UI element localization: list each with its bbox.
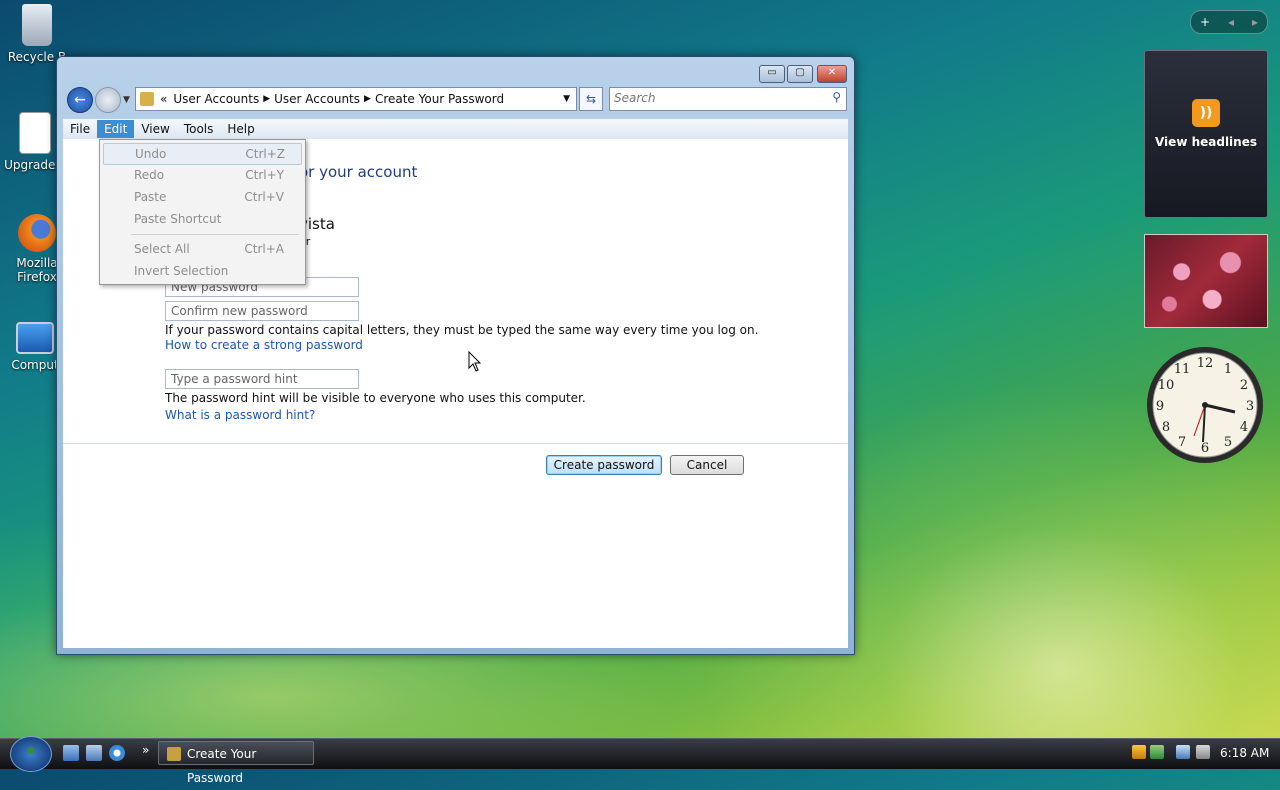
menu-item-paste[interactable]: Paste Ctrl+V bbox=[103, 187, 300, 207]
paste-shortcut-label: Paste Shortcut bbox=[134, 212, 222, 226]
menu-bar: File Edit View Tools Help bbox=[63, 119, 848, 139]
next-gadget-button[interactable]: ▸ bbox=[1252, 15, 1258, 29]
recycle-bin-icon[interactable]: Recycle B bbox=[2, 4, 72, 64]
add-gadget-button[interactable]: + bbox=[1200, 15, 1210, 29]
quick-launch-more-chevron[interactable]: » bbox=[142, 743, 149, 757]
divider bbox=[63, 443, 848, 444]
volume-muted-icon[interactable] bbox=[1196, 745, 1210, 759]
menu-item-undo[interactable]: Undo Ctrl+Z bbox=[103, 143, 302, 165]
password-hint-link[interactable]: What is a password hint? bbox=[165, 408, 315, 422]
svg-text:1: 1 bbox=[1224, 362, 1232, 377]
breadcrumb-separator-icon[interactable]: ▶ bbox=[364, 94, 371, 104]
user-accounts-icon bbox=[167, 747, 181, 761]
trash-can-icon bbox=[22, 4, 52, 46]
clock-gadget[interactable]: 12 12 345 678 91011 bbox=[1144, 344, 1266, 466]
search-box[interactable]: ⚲ bbox=[609, 87, 847, 111]
svg-text:10: 10 bbox=[1158, 378, 1175, 393]
undo-label: Undo bbox=[135, 147, 167, 161]
navigation-bar: ← ▼ « User Accounts ▶ User Accounts ▶ Cr… bbox=[63, 87, 848, 113]
switch-windows-icon[interactable] bbox=[86, 745, 102, 761]
menu-item-select-all[interactable]: Select All Ctrl+A bbox=[103, 239, 300, 259]
svg-text:9: 9 bbox=[1156, 399, 1164, 414]
redo-label: Redo bbox=[134, 168, 165, 182]
menu-item-paste-shortcut[interactable]: Paste Shortcut bbox=[103, 209, 300, 229]
close-button[interactable]: ✕ bbox=[817, 65, 847, 83]
svg-text:11: 11 bbox=[1174, 362, 1191, 377]
hint-visibility-note: The password hint will be visible to eve… bbox=[165, 391, 586, 405]
cancel-button[interactable]: Cancel bbox=[670, 455, 744, 475]
strong-password-link[interactable]: How to create a strong password bbox=[165, 338, 363, 352]
menu-edit[interactable]: Edit bbox=[97, 120, 135, 138]
menu-item-redo[interactable]: Redo Ctrl+Y bbox=[103, 165, 300, 185]
select-all-label: Select All bbox=[134, 242, 190, 256]
slideshow-gadget[interactable] bbox=[1144, 234, 1268, 328]
taskbar-button-create-password[interactable]: Create Your Password bbox=[158, 741, 314, 785]
address-dropdown-chevron-icon[interactable]: ▼ bbox=[563, 94, 576, 104]
breadcrumb-user-accounts-2[interactable]: User Accounts bbox=[270, 92, 364, 106]
confirm-password-field[interactable] bbox=[165, 301, 359, 321]
password-hint-field[interactable] bbox=[165, 369, 359, 389]
document-icon bbox=[19, 112, 51, 154]
start-orb-icon[interactable] bbox=[10, 736, 52, 772]
back-arrow-icon[interactable]: ← bbox=[67, 87, 93, 113]
computer-label: Comput bbox=[11, 358, 59, 372]
menu-view[interactable]: View bbox=[134, 120, 176, 138]
page-title: or your account bbox=[299, 163, 418, 181]
breadcrumb-user-accounts-1[interactable]: User Accounts bbox=[169, 92, 263, 106]
forward-arrow-icon[interactable] bbox=[95, 87, 121, 113]
svg-text:2: 2 bbox=[1240, 378, 1248, 393]
prev-gadget-button[interactable]: ◂ bbox=[1228, 15, 1234, 29]
show-desktop-icon[interactable] bbox=[63, 745, 79, 761]
breadcrumb-create-password[interactable]: Create Your Password bbox=[371, 92, 508, 106]
svg-text:7: 7 bbox=[1178, 435, 1186, 450]
create-password-button[interactable]: Create password bbox=[546, 455, 662, 475]
svg-text:8: 8 bbox=[1162, 420, 1170, 435]
refresh-icon[interactable]: ⇆ bbox=[579, 87, 603, 111]
firefox-label: Mozilla Firefox bbox=[16, 256, 58, 284]
svg-text:12: 12 bbox=[1197, 356, 1214, 371]
select-all-shortcut: Ctrl+A bbox=[244, 242, 284, 256]
network-icon[interactable] bbox=[1176, 745, 1190, 759]
recent-pages-chevron-icon[interactable]: ▼ bbox=[123, 95, 130, 105]
edit-menu-dropdown: Undo Ctrl+Z Redo Ctrl+Y Paste Ctrl+V Pas… bbox=[99, 139, 306, 285]
invert-selection-label: Invert Selection bbox=[134, 264, 229, 278]
magnifier-icon[interactable]: ⚲ bbox=[832, 90, 841, 104]
redo-shortcut: Ctrl+Y bbox=[245, 168, 284, 182]
svg-text:4: 4 bbox=[1240, 420, 1248, 435]
sidebar-controls: + ◂ ▸ bbox=[1190, 10, 1268, 34]
rss-icon: )) bbox=[1192, 99, 1220, 127]
clock-time[interactable]: 6:18 AM bbox=[1220, 746, 1269, 760]
firefox-icon bbox=[18, 214, 56, 252]
internet-explorer-icon[interactable] bbox=[109, 745, 125, 761]
monitor-icon bbox=[16, 322, 54, 354]
menu-separator bbox=[131, 234, 299, 235]
user-accounts-folder-icon bbox=[140, 92, 154, 106]
undo-shortcut: Ctrl+Z bbox=[245, 147, 285, 161]
menu-tools[interactable]: Tools bbox=[177, 120, 221, 138]
windows-update-icon[interactable] bbox=[1150, 745, 1164, 759]
svg-text:5: 5 bbox=[1224, 435, 1232, 450]
breadcrumb-overflow-chevron-icon[interactable]: « bbox=[158, 92, 169, 106]
menu-help[interactable]: Help bbox=[220, 120, 261, 138]
caps-lock-note: If your password contains capital letter… bbox=[165, 323, 759, 337]
maximize-button[interactable]: ▢ bbox=[787, 65, 813, 83]
mouse-cursor-icon bbox=[468, 351, 482, 372]
paste-label: Paste bbox=[134, 190, 167, 204]
menu-item-invert-selection[interactable]: Invert Selection bbox=[103, 261, 300, 281]
view-headlines-label[interactable]: View headlines bbox=[1145, 135, 1267, 149]
paste-shortcut: Ctrl+V bbox=[244, 190, 284, 204]
feed-headlines-gadget[interactable]: )) View headlines bbox=[1144, 50, 1268, 218]
minimize-button[interactable]: ▭ bbox=[759, 65, 785, 83]
svg-text:3: 3 bbox=[1246, 399, 1254, 414]
address-bar[interactable]: « User Accounts ▶ User Accounts ▶ Create… bbox=[135, 87, 577, 111]
svg-text:6: 6 bbox=[1201, 441, 1209, 456]
search-input[interactable] bbox=[610, 88, 818, 108]
security-shield-icon[interactable] bbox=[1132, 745, 1146, 759]
menu-file[interactable]: File bbox=[63, 120, 97, 138]
breadcrumb-separator-icon[interactable]: ▶ bbox=[263, 94, 270, 104]
